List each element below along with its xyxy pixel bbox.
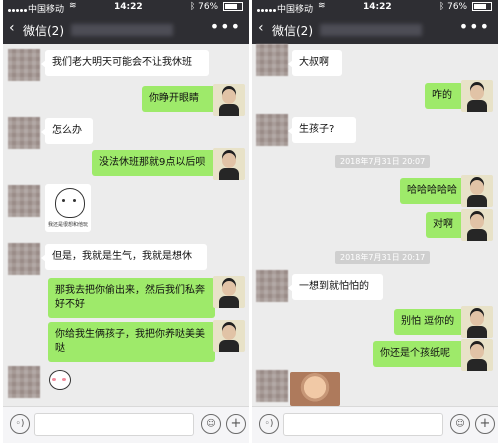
user-avatar[interactable] [213, 84, 245, 116]
top-bar: 中国移动 ≋ 14:22 ᛒ 76% ‹ 微信(2) ••• [3, 0, 249, 44]
bluetooth-icon: ᛒ [438, 2, 445, 12]
input-bar: ◦) ☺ + [252, 406, 498, 443]
message-bubble: 怎么办 [41, 118, 93, 144]
more-button[interactable]: ••• [459, 17, 490, 36]
left-chat-screenshot: 中国移动 ≋ 14:22 ᛒ 76% ‹ 微信(2) ••• 我们老大明天可能会… [3, 0, 249, 443]
contact-avatar[interactable] [8, 366, 40, 398]
user-avatar[interactable] [213, 148, 245, 180]
signal-icon [8, 5, 28, 15]
voice-icon[interactable]: ◦) [10, 414, 30, 434]
battery-icon [223, 2, 243, 11]
sticker-message[interactable]: 我还是很想和他玩 [45, 184, 91, 232]
message-bubble: 大叔啊 [288, 50, 342, 76]
message-bubble: 哈哈哈哈哈 [400, 178, 468, 204]
user-avatar[interactable] [213, 320, 245, 352]
navigation-bar: ‹ 微信(2) ••• [3, 16, 249, 44]
chevron-left-icon[interactable]: ‹ [9, 20, 15, 36]
message-bubble: 那我去把你偷出来，然后我们私奔好不好 [48, 278, 219, 318]
message-bubble: 我们老大明天可能会不让我休班 [41, 50, 209, 76]
back-label[interactable]: 微信(2) [272, 22, 313, 39]
contact-avatar[interactable] [256, 370, 288, 402]
message-timestamp: 2018年7月31日 20:07 [335, 155, 431, 168]
top-bar: 中国移动 ≋ 14:22 ᛒ 76% ‹ 微信(2) ••• [252, 0, 498, 44]
photo-message[interactable] [290, 372, 340, 406]
user-avatar[interactable] [461, 209, 493, 241]
battery-percent: 76% [447, 2, 468, 12]
emoji-icon[interactable]: ☺ [450, 414, 470, 434]
clock: 14:22 [114, 2, 143, 12]
contact-avatar[interactable] [256, 270, 288, 302]
carrier-label: 中国移动 [277, 5, 314, 15]
message-timestamp: 2018年7月31日 20:17 [335, 251, 431, 264]
contact-avatar[interactable] [8, 49, 40, 81]
message-bubble: 你睁开眼睛 [142, 86, 220, 112]
more-button[interactable]: ••• [210, 17, 241, 36]
contact-avatar[interactable] [8, 117, 40, 149]
contact-avatar[interactable] [8, 243, 40, 275]
contact-avatar[interactable] [8, 185, 40, 217]
sticker-caption: 我还是很想和他玩 [48, 222, 89, 228]
bluetooth-icon: ᛒ [189, 2, 196, 12]
blurred-contact-name [320, 24, 422, 36]
battery-percent: 76% [198, 2, 219, 12]
blurred-contact-name [71, 24, 173, 36]
message-bubble: 咋的 [425, 83, 467, 109]
user-avatar[interactable] [461, 175, 493, 207]
message-bubble: 生孩子? [288, 117, 356, 143]
clock: 14:22 [363, 2, 392, 12]
user-avatar[interactable] [213, 276, 245, 308]
input-bar: ◦) ☺ + [3, 406, 249, 443]
carrier-label: 中国移动 [28, 5, 65, 15]
message-bubble: 你还是个孩纸呢 [373, 341, 468, 367]
status-bar: 中国移动 ≋ 14:22 ᛒ 76% [252, 0, 498, 16]
sticker-message[interactable] [45, 369, 77, 391]
plus-icon[interactable]: + [475, 414, 495, 434]
back-label[interactable]: 微信(2) [23, 22, 64, 39]
message-input[interactable] [283, 413, 443, 436]
cat-sticker-icon [55, 188, 85, 218]
message-input[interactable] [34, 413, 194, 436]
message-bubble: 你给我生俩孩子，我把你养哒美美哒 [48, 322, 219, 362]
contact-avatar[interactable] [256, 114, 288, 146]
message-bubble: 别怕 逗你的 [394, 309, 468, 335]
message-bubble: 一想到就怕怕的 [288, 274, 383, 300]
chevron-left-icon[interactable]: ‹ [258, 20, 264, 36]
voice-icon[interactable]: ◦) [259, 414, 279, 434]
message-bubble: 但是，我就是生气，我就是想休 [41, 244, 207, 270]
user-avatar[interactable] [461, 80, 493, 112]
wifi-icon: ≋ [318, 1, 326, 11]
user-avatar[interactable] [461, 339, 493, 371]
plus-icon[interactable]: + [226, 414, 246, 434]
message-bubble: 没法休班那就9点以后呗 [92, 150, 221, 176]
right-chat-screenshot: 中国移动 ≋ 14:22 ᛒ 76% ‹ 微信(2) ••• 大叔啊 咋的 生孩… [252, 0, 498, 443]
status-bar: 中国移动 ≋ 14:22 ᛒ 76% [3, 0, 249, 16]
wifi-icon: ≋ [69, 1, 77, 11]
message-bubble: 对啊 [426, 212, 468, 238]
user-avatar[interactable] [461, 306, 493, 338]
blush-face-sticker-icon [49, 370, 71, 390]
signal-icon [257, 5, 277, 15]
contact-avatar[interactable] [256, 44, 288, 76]
battery-icon [472, 2, 492, 11]
emoji-icon[interactable]: ☺ [201, 414, 221, 434]
navigation-bar: ‹ 微信(2) ••• [252, 16, 498, 44]
